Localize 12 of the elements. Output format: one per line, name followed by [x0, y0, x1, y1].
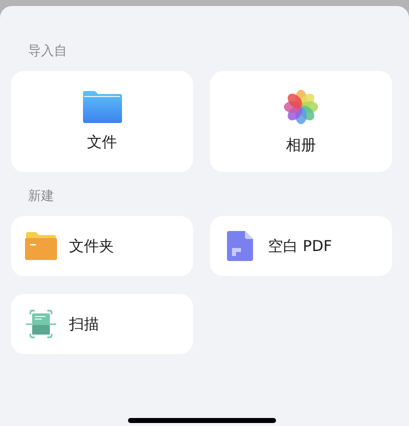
document-icon: [227, 231, 253, 261]
create-option[interactable]: 扫描: [11, 294, 193, 354]
section-title: 新建: [28, 189, 54, 205]
folder-icon: [25, 232, 57, 260]
folder-icon: [82, 91, 122, 123]
import-option[interactable]: 相册: [210, 71, 392, 172]
scan-icon: [25, 308, 57, 340]
section-title: 导入自: [28, 44, 67, 60]
import-option[interactable]: 文件: [11, 71, 193, 172]
create-option[interactable]: 空白 PDF: [210, 216, 392, 276]
flower-icon: [282, 88, 320, 126]
create-option[interactable]: 文件夹: [11, 216, 193, 276]
